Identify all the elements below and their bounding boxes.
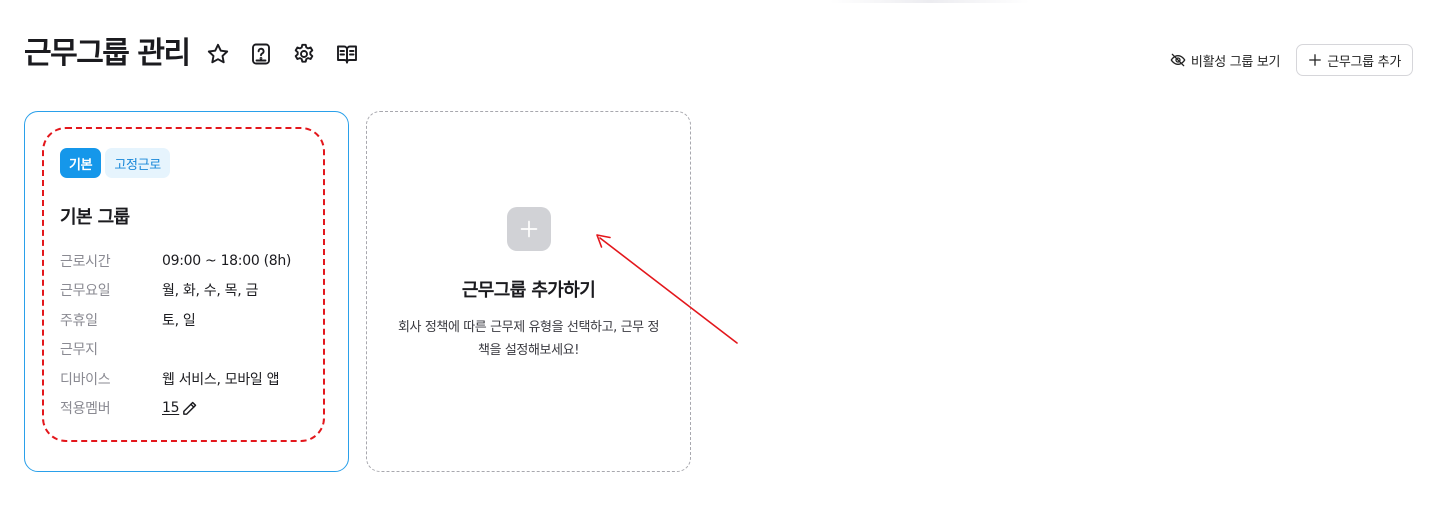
- title-icon-bar: [203, 39, 362, 69]
- info-value: 09:00 ~ 18:00 (8h): [162, 252, 292, 269]
- info-value: 토, 일: [162, 312, 196, 329]
- eye-off-icon: [1170, 53, 1186, 67]
- top-scroll-indicator: [830, 0, 1030, 3]
- favorite-button[interactable]: [203, 39, 233, 69]
- group-info-list: 근로시간 09:00 ~ 18:00 (8h) 근무요일 월, 화, 수, 목,…: [60, 246, 291, 423]
- info-row-workplace: 근무지: [60, 335, 291, 365]
- badge-default: 기본: [60, 148, 102, 178]
- info-label: 적용멤버: [60, 401, 111, 418]
- info-row-members: 적용멤버 15: [60, 394, 291, 424]
- help-book-icon: [252, 43, 270, 65]
- open-book-icon: [337, 45, 357, 64]
- show-inactive-groups-button[interactable]: 비활성 그룹 보기: [1170, 51, 1281, 70]
- badge-fixed-work: 고정근로: [105, 148, 170, 178]
- info-row-work-hours: 근로시간 09:00 ~ 18:00 (8h): [60, 246, 291, 276]
- help-button[interactable]: [246, 39, 276, 69]
- info-row-weekly-holidays: 주휴일 토, 일: [60, 305, 291, 335]
- add-group-plus-button[interactable]: [507, 207, 551, 251]
- info-row-work-days: 근무요일 월, 화, 수, 목, 금: [60, 276, 291, 306]
- add-group-description: 회사 정책에 따른 근무제 유형을 선택하고, 근무 정책을 설정해보세요!: [397, 320, 660, 358]
- info-value: 월, 화, 수, 목, 금: [162, 283, 259, 300]
- info-row-devices: 디바이스 웹 서비스, 모바일 앱: [60, 364, 291, 394]
- add-group-title: 근무그룹 추가하기: [461, 280, 596, 301]
- info-label: 근무요일: [60, 283, 111, 300]
- edit-members-link[interactable]: 15: [162, 400, 198, 417]
- info-label: 주휴일: [60, 312, 98, 329]
- pencil-icon: [183, 401, 197, 415]
- add-group-button[interactable]: 근무그룹 추가: [1296, 44, 1413, 76]
- gear-icon: [294, 43, 314, 63]
- group-title: 기본 그룹: [60, 207, 130, 228]
- header-actions: 비활성 그룹 보기 근무그룹 추가: [1170, 44, 1413, 76]
- info-label: 근로시간: [60, 253, 111, 270]
- info-label: 근무지: [60, 342, 98, 359]
- star-icon: [207, 43, 229, 64]
- plus-icon: [1309, 54, 1322, 66]
- member-count: 15: [162, 400, 180, 417]
- add-group-label: 근무그룹 추가: [1327, 54, 1401, 70]
- guide-button[interactable]: [332, 39, 362, 69]
- page-title: 근무그룹 관리: [24, 36, 191, 71]
- settings-button[interactable]: [289, 39, 319, 69]
- info-label: 디바이스: [60, 371, 111, 388]
- info-value: 웹 서비스, 모바일 앱: [162, 371, 280, 388]
- show-inactive-groups-label: 비활성 그룹 보기: [1190, 54, 1281, 70]
- plus-icon: [520, 220, 538, 238]
- group-badges: 기본 고정근로: [60, 148, 170, 178]
